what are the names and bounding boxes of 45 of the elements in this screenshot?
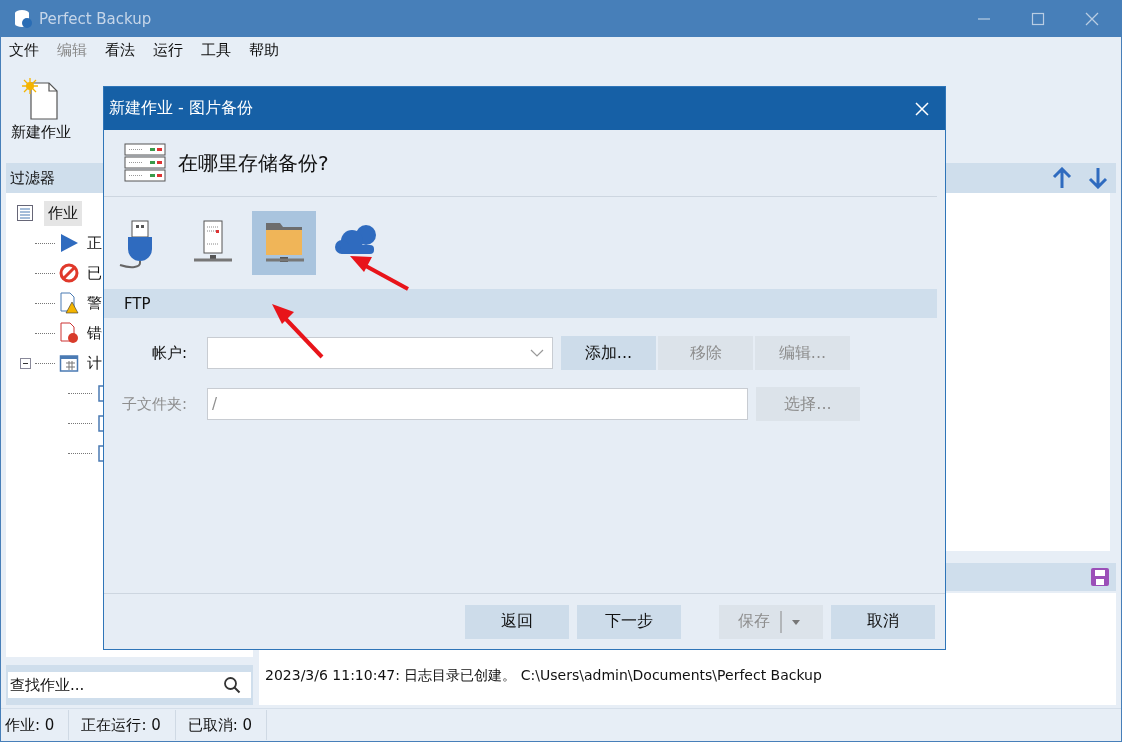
field-label: 帐户: <box>150 343 188 363</box>
field-label: 子文件夹: <box>120 394 188 414</box>
section-title: FTP <box>124 294 151 313</box>
collapse-icon[interactable] <box>20 357 31 369</box>
panel-title: 过滤器 <box>10 168 55 188</box>
play-icon <box>59 233 79 253</box>
tree-item[interactable]: 已 <box>87 263 102 283</box>
tree-item[interactable]: 作业 <box>44 200 82 226</box>
search-icon[interactable] <box>223 676 241 694</box>
up-arrow-icon[interactable] <box>1052 167 1072 189</box>
tree-item[interactable]: 警 <box>87 293 102 313</box>
maximize-icon[interactable] <box>1031 12 1045 26</box>
dialog-button[interactable]: 添加... <box>561 336 656 370</box>
tree-item[interactable]: 正 <box>87 233 102 253</box>
new-job-button[interactable]: 新建作业 <box>7 72 75 146</box>
warning-document-icon <box>59 292 79 314</box>
error-document-icon <box>59 322 79 344</box>
search-field[interactable]: 查找作业... <box>8 672 251 698</box>
database-icon <box>13 9 33 29</box>
dialog-title: 新建作业 - 图片备份 <box>109 98 253 119</box>
menu-item[interactable]: 运行 <box>153 40 183 60</box>
window-title: Perfect Backup <box>39 10 152 28</box>
tree-item[interactable]: 计 <box>87 353 102 373</box>
menu-item[interactable]: 工具 <box>201 40 231 60</box>
tree-item[interactable]: 错 <box>87 323 102 343</box>
status-text: 作业: 0 <box>1 710 70 740</box>
log-line: 2023/3/6 11:10:47: 日志目录已创建。 C:\Users\admin\Documents\Perfect Backup <box>265 667 823 685</box>
dialog-button[interactable]: 返回 <box>465 604 569 639</box>
list-icon <box>16 204 34 222</box>
chevron-down-icon[interactable] <box>530 349 544 357</box>
status-text: 已取消: 0 <box>175 710 268 740</box>
server-rack-icon <box>124 143 166 183</box>
prohibited-icon <box>59 263 79 283</box>
down-arrow-icon[interactable] <box>1088 167 1108 189</box>
dialog-button[interactable]: 下一步 <box>577 604 681 639</box>
menu-item[interactable]: 文件 <box>9 40 39 60</box>
folder-destination-button[interactable] <box>252 211 316 275</box>
dialog-button[interactable]: 取消 <box>831 604 935 639</box>
menu-item[interactable]: 帮助 <box>249 40 279 60</box>
dialog-heading: 在哪里存储备份? <box>178 149 329 177</box>
save-icon[interactable] <box>1090 567 1110 587</box>
status-text: 正在运行: 0 <box>69 710 176 740</box>
calendar-icon <box>59 353 79 373</box>
menu-item[interactable]: 看法 <box>105 40 135 60</box>
arrow-icon <box>348 253 412 293</box>
